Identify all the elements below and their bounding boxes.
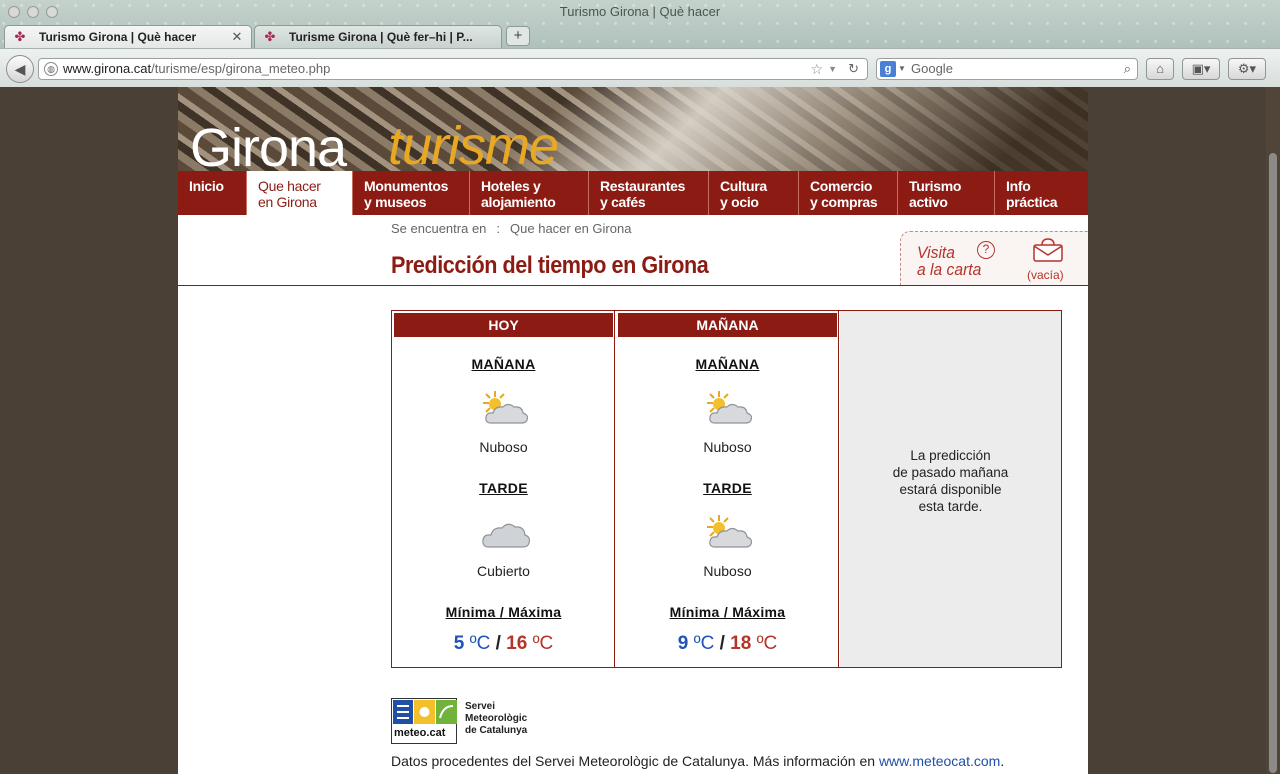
afternoon-condition: Nuboso	[703, 563, 752, 579]
menu-item-comercio[interactable]: Comercio y compras	[799, 171, 898, 215]
breadcrumb: Se encuentra en: Que hacer en Girona	[391, 221, 631, 236]
min-temperature: 5 ºC	[453, 633, 491, 654]
globe-icon: ◍	[44, 62, 58, 76]
cloud-icon	[482, 523, 531, 548]
morning-label: MAÑANA	[471, 356, 536, 372]
search-bar[interactable]: g ▼ Google ⌕	[876, 58, 1138, 80]
window-title: Turismo Girona | Què hacer	[559, 4, 721, 19]
footer-text: Datos procedentes del Servei Meteorològi…	[391, 753, 879, 769]
breadcrumb-separator: :	[496, 221, 501, 236]
temperature-range: 5 ºC / 16 ºC	[392, 633, 615, 655]
tab-label: Turisme Girona | Què fer–hi | P...	[289, 30, 473, 44]
temperature-range: 9 ºC / 18 ºC	[616, 633, 839, 655]
new-tab-button[interactable]: +	[506, 26, 530, 46]
site-favicon-icon: ✤	[14, 29, 26, 44]
menu-item-que-hacer[interactable]: Que hacer en Girona	[247, 171, 353, 215]
url-bar[interactable]: ◍ www.girona.cat/turisme/esp/girona_mete…	[38, 58, 868, 80]
visita-a-la-carta-widget[interactable]: Visita a la carta ? (vacía)	[900, 231, 1088, 285]
morning-condition: Nuboso	[479, 439, 528, 455]
basket-icon[interactable]	[1033, 238, 1063, 262]
minmax-label: Mínima / Máxima	[669, 604, 786, 620]
engine-dropdown-icon[interactable]: ▼	[898, 59, 906, 79]
meteocat-name: Servei Meteorològic de Catalunya	[465, 701, 528, 736]
sun-cloud-icon	[707, 515, 753, 548]
menu-item-turismo-activo[interactable]: Turismo activo	[898, 171, 995, 215]
menu-item-inicio[interactable]: Inicio	[178, 171, 247, 215]
max-temperature: 18 ºC	[730, 633, 778, 654]
tab-turismo-girona[interactable]: ✤ Turismo Girona | Què hacer ✕	[4, 25, 252, 48]
column-header: HOY	[394, 313, 613, 337]
history-dropdown-icon[interactable]: ▼	[828, 59, 837, 79]
help-icon[interactable]: ?	[977, 241, 995, 259]
breadcrumb-prefix: Se encuentra en	[391, 221, 487, 236]
forecast-column-pasado-manana: La predicción de pasado mañana estará di…	[840, 311, 1061, 667]
tab-turisme-girona[interactable]: ✤ Turisme Girona | Què fer–hi | P...	[254, 25, 502, 48]
afternoon-label: TARDE	[703, 480, 752, 496]
tab-label: Turismo Girona | Què hacer	[39, 30, 197, 44]
browser-chrome: Turismo Girona | Què hacer ✤ Turismo Gir…	[0, 0, 1280, 87]
menu-item-hoteles[interactable]: Hoteles y alojamiento	[470, 171, 589, 215]
bookmarks-button[interactable]: ▣▾	[1182, 58, 1220, 80]
page-scrollbar[interactable]	[1266, 87, 1280, 774]
page-title: Predicción del tiempo en Girona	[391, 252, 709, 279]
url-path: /turisme/esp/girona_meteo.php	[151, 61, 331, 76]
brand-turisme: turisme	[388, 116, 559, 171]
home-button[interactable]: ⌂	[1146, 58, 1174, 80]
data-source-footer: Datos procedentes del Servei Meteorològi…	[391, 753, 1005, 769]
tab-strip: ✤ Turismo Girona | Què hacer ✕ ✤ Turisme…	[4, 24, 530, 48]
min-temperature: 9 ºC	[677, 633, 715, 654]
scrollbar-thumb[interactable]	[1269, 153, 1277, 773]
web-page: Girona turisme Inicio Que hacer en Girona…	[178, 87, 1088, 774]
brand-girona: Girona	[190, 118, 347, 171]
meteocat-weather-icons	[393, 700, 457, 724]
weather-forecast-table: HOY MAÑANA Nuboso TARDE Cubierto Mínima …	[391, 310, 1062, 668]
bookmark-star-icon[interactable]: ☆	[810, 59, 823, 79]
afternoon-condition: Cubierto	[477, 563, 530, 579]
navigation-toolbar: ◀ ◍ www.girona.cat/turisme/esp/girona_me…	[0, 48, 1280, 87]
site-banner[interactable]: Girona turisme	[178, 87, 1088, 171]
search-placeholder: Google	[911, 61, 953, 76]
search-icon[interactable]: ⌕	[1124, 59, 1131, 79]
google-engine-icon[interactable]: g	[880, 61, 896, 77]
extension-button[interactable]: ⚙▾	[1228, 58, 1266, 80]
minmax-label: Mínima / Máxima	[445, 604, 562, 620]
sun-cloud-icon	[483, 391, 529, 424]
back-button[interactable]: ◀	[6, 55, 34, 83]
forecast-column-hoy: HOY MAÑANA Nuboso TARDE Cubierto Mínima …	[392, 311, 615, 667]
max-temperature: 16 ºC	[506, 633, 554, 654]
morning-condition: Nuboso	[703, 439, 752, 455]
title-divider	[178, 285, 1088, 286]
meteocat-logo-text: meteo.cat	[394, 727, 446, 739]
menu-item-cultura[interactable]: Cultura y ocio	[709, 171, 799, 215]
meteocat-logo-box: meteo.cat	[391, 698, 457, 744]
basket-status: (vacía)	[1027, 268, 1064, 282]
temperature-separator: /	[495, 633, 501, 654]
morning-label: MAÑANA	[695, 356, 760, 372]
meteocat-logo[interactable]: meteo.cat Servei Meteorològic de Catalun…	[391, 698, 541, 744]
menu-item-info-practica[interactable]: Info práctica	[995, 171, 1088, 215]
forecast-unavailable-note: La predicción de pasado mañana estará di…	[892, 448, 1009, 514]
visita-label: Visita a la carta	[917, 243, 982, 279]
forecast-column-manana: MAÑANA MAÑANA Nuboso TARDE Nuboso Mínima…	[616, 311, 839, 667]
menu-item-restaurantes[interactable]: Restaurantes y cafés	[589, 171, 709, 215]
temperature-separator: /	[719, 633, 725, 654]
tab-close-icon[interactable]: ✕	[229, 29, 245, 45]
afternoon-label: TARDE	[479, 480, 528, 496]
url-host: www.girona.cat	[63, 61, 152, 76]
reload-icon[interactable]: ↻	[848, 59, 859, 79]
sun-cloud-icon	[707, 391, 753, 424]
menu-item-monumentos[interactable]: Monumentos y museos	[353, 171, 470, 215]
main-menu: Inicio Que hacer en Girona Monumentos y mu…	[178, 171, 1088, 215]
site-favicon-icon: ✤	[264, 29, 276, 44]
breadcrumb-current[interactable]: Que hacer en Girona	[510, 221, 631, 236]
column-header: MAÑANA	[618, 313, 837, 337]
meteocat-link[interactable]: www.meteocat.com	[879, 753, 1000, 769]
